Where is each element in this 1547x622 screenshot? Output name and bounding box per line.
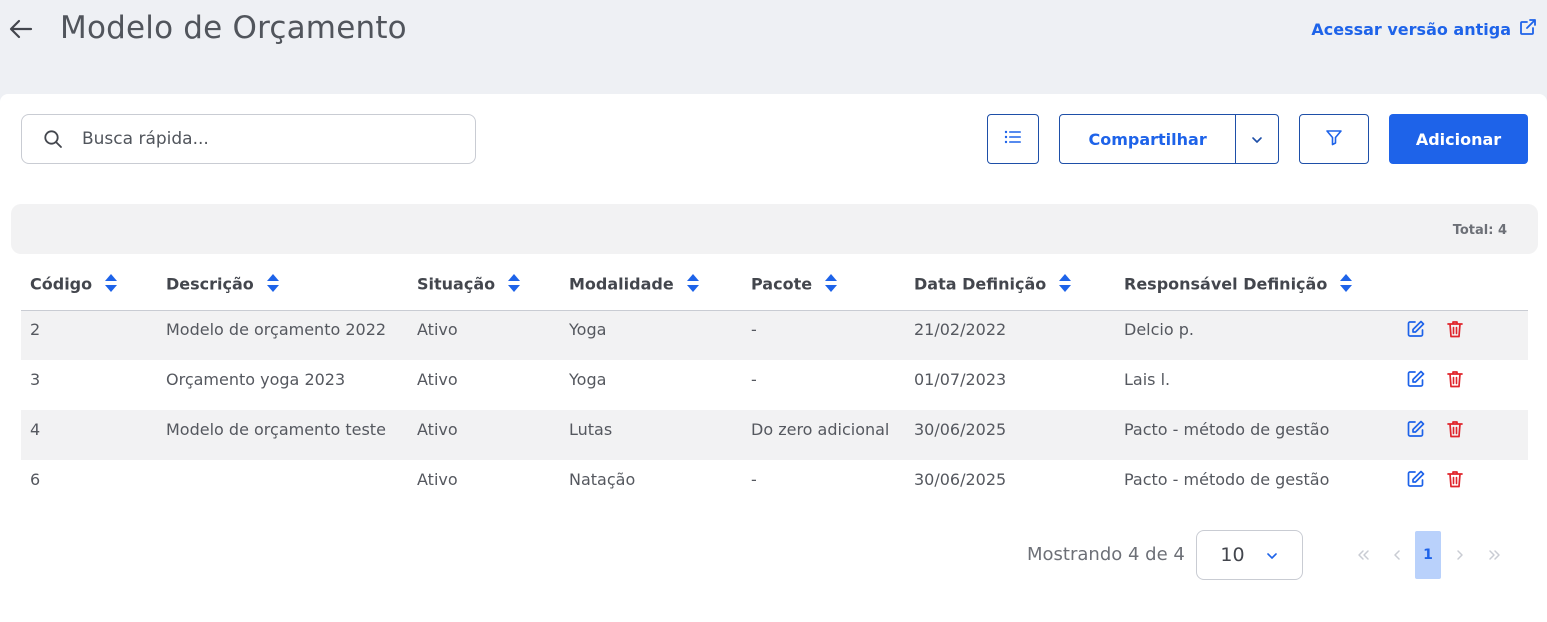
page-button-current[interactable]: 1 bbox=[1415, 531, 1441, 579]
cell-codigo: 4 bbox=[21, 410, 157, 460]
trash-icon[interactable] bbox=[1445, 469, 1465, 489]
chevrons-left-icon bbox=[1356, 546, 1370, 565]
list-view-button[interactable] bbox=[987, 114, 1039, 164]
column-header-actions bbox=[1385, 260, 1528, 311]
old-version-label: Acessar versão antiga bbox=[1311, 19, 1511, 39]
page-size-select[interactable]: 10 bbox=[1196, 530, 1303, 580]
table-row: 2 Modelo de orçamento 2022 Ativo Yoga - … bbox=[21, 310, 1528, 360]
list-icon bbox=[1003, 129, 1023, 149]
cell-actions bbox=[1385, 460, 1528, 510]
share-split-button: Compartilhar bbox=[1059, 114, 1279, 164]
page-title: Modelo de Orçamento bbox=[60, 10, 407, 46]
cell-pacote: - bbox=[742, 310, 905, 360]
external-link-icon bbox=[1519, 18, 1537, 40]
column-header-modalidade: Modalidade bbox=[560, 260, 742, 311]
edit-icon[interactable] bbox=[1406, 419, 1426, 439]
cell-pacote: - bbox=[751, 469, 757, 489]
share-dropdown-toggle[interactable] bbox=[1235, 115, 1278, 163]
budget-models-table: Código Descrição Situação Modalidade Pac… bbox=[21, 260, 1528, 510]
cell-modalidade: Lutas bbox=[560, 410, 742, 460]
cell-modalidade: Yoga bbox=[569, 369, 607, 389]
cell-data-definicao: 30/06/2025 bbox=[905, 410, 1115, 460]
chevron-down-icon bbox=[1265, 544, 1279, 566]
cell-data-definicao: 01/07/2023 bbox=[914, 369, 1007, 389]
cell-pacote: - bbox=[751, 369, 757, 389]
chevron-right-icon bbox=[1455, 546, 1465, 565]
cell-descricao bbox=[157, 460, 408, 510]
table-row: 3 Orçamento yoga 2023 Ativo Yoga - 01/07… bbox=[21, 360, 1528, 410]
old-version-link[interactable]: Acessar versão antiga bbox=[1311, 18, 1537, 40]
sort-icon[interactable] bbox=[824, 273, 838, 297]
sort-icon[interactable] bbox=[1339, 273, 1353, 297]
cell-data-definicao: 30/06/2025 bbox=[914, 469, 1007, 489]
cell-modalidade: Yoga bbox=[560, 310, 742, 360]
column-header-situacao: Situação bbox=[408, 260, 560, 311]
chevrons-right-icon bbox=[1488, 546, 1502, 565]
column-header-descricao: Descrição bbox=[157, 260, 408, 311]
cell-codigo: 3 bbox=[30, 369, 41, 389]
cell-modalidade: Natação bbox=[569, 469, 636, 489]
cell-responsavel: Delcio p. bbox=[1115, 310, 1385, 360]
cell-responsavel: Pacto - método de gestão bbox=[1124, 469, 1330, 489]
cell-codigo: 6 bbox=[30, 469, 41, 489]
column-header-pacote: Pacote bbox=[742, 260, 905, 311]
cell-pacote: Do zero adicional bbox=[742, 410, 905, 460]
sort-icon[interactable] bbox=[1058, 273, 1072, 297]
column-header-data-definicao: Data Definição bbox=[905, 260, 1115, 311]
page-header: Modelo de Orçamento Acessar versão antig… bbox=[0, 0, 1547, 94]
cell-situacao: Ativo bbox=[417, 369, 458, 389]
cell-actions bbox=[1385, 360, 1528, 410]
last-page-button[interactable] bbox=[1485, 531, 1505, 579]
cell-descricao: Modelo de orçamento 2022 bbox=[157, 310, 408, 360]
cell-descricao: Orçamento yoga 2023 bbox=[166, 369, 346, 389]
total-bar: Total: 4 bbox=[11, 204, 1538, 254]
first-page-button[interactable] bbox=[1353, 531, 1373, 579]
sort-icon[interactable] bbox=[686, 273, 700, 297]
cell-data-definicao: 21/02/2022 bbox=[905, 310, 1115, 360]
cell-codigo: 2 bbox=[21, 310, 157, 360]
search-input[interactable] bbox=[82, 129, 462, 149]
share-button[interactable]: Compartilhar bbox=[1060, 130, 1235, 149]
table-header-row: Código Descrição Situação Modalidade Pac… bbox=[21, 260, 1528, 311]
table-row: 6 Ativo Natação - 30/06/2025 Pacto - mét… bbox=[21, 460, 1528, 510]
cell-actions bbox=[1385, 310, 1528, 360]
search-box[interactable] bbox=[21, 114, 476, 164]
pagination-info: Mostrando 4 de 4 bbox=[1027, 544, 1185, 565]
total-count: Total: 4 bbox=[1452, 223, 1507, 238]
prev-page-button[interactable] bbox=[1389, 531, 1405, 579]
content-card: Compartilhar Adicionar Total: 4 Código D… bbox=[0, 94, 1547, 622]
cell-responsavel: Pacto - método de gestão bbox=[1115, 410, 1385, 460]
page-size-value: 10 bbox=[1220, 544, 1245, 566]
column-header-responsavel: Responsável Definição bbox=[1115, 260, 1385, 311]
sort-icon[interactable] bbox=[104, 273, 118, 297]
filter-icon bbox=[1325, 128, 1343, 150]
back-arrow-icon[interactable] bbox=[6, 14, 36, 44]
trash-icon[interactable] bbox=[1445, 369, 1465, 389]
table-row: 4 Modelo de orçamento teste Ativo Lutas … bbox=[21, 410, 1528, 460]
column-header-codigo: Código bbox=[21, 260, 157, 311]
edit-icon[interactable] bbox=[1406, 369, 1426, 389]
cell-situacao: Ativo bbox=[408, 310, 560, 360]
cell-descricao: Modelo de orçamento teste bbox=[157, 410, 408, 460]
edit-icon[interactable] bbox=[1406, 319, 1426, 339]
cell-situacao: Ativo bbox=[408, 410, 560, 460]
trash-icon[interactable] bbox=[1445, 419, 1465, 439]
sort-icon[interactable] bbox=[507, 273, 521, 297]
trash-icon[interactable] bbox=[1445, 319, 1465, 339]
search-icon bbox=[22, 129, 82, 149]
chevron-down-icon bbox=[1250, 130, 1264, 149]
add-button[interactable]: Adicionar bbox=[1389, 114, 1528, 164]
sort-icon[interactable] bbox=[266, 273, 280, 297]
edit-icon[interactable] bbox=[1406, 469, 1426, 489]
cell-situacao: Ativo bbox=[417, 469, 458, 489]
cell-responsavel: Lais l. bbox=[1124, 369, 1171, 389]
chevron-left-icon bbox=[1392, 546, 1402, 565]
filter-button[interactable] bbox=[1299, 114, 1369, 164]
next-page-button[interactable] bbox=[1452, 531, 1468, 579]
cell-actions bbox=[1385, 410, 1528, 460]
